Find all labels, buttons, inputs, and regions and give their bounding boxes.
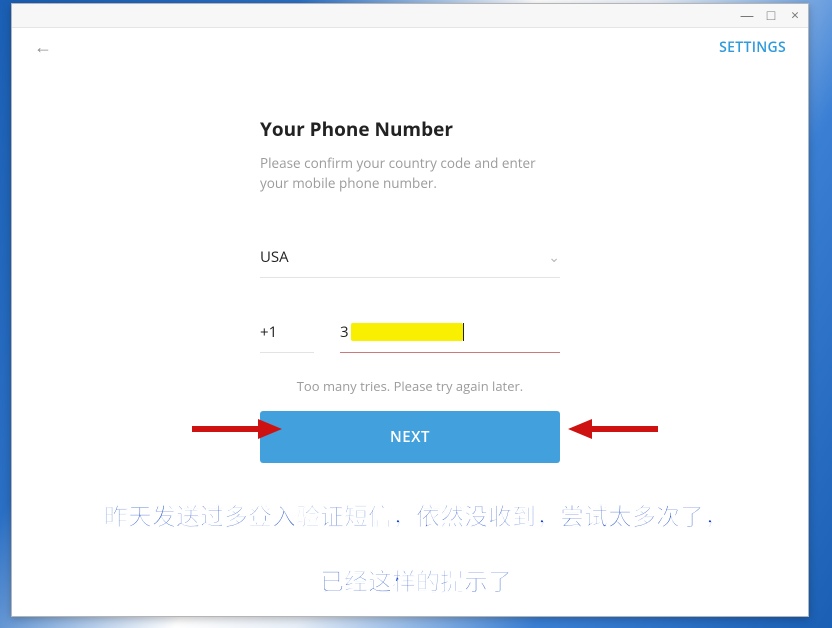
toolbar: ← SETTINGS bbox=[12, 28, 808, 66]
maximize-button[interactable]: □ bbox=[764, 9, 778, 23]
chevron-down-icon: ⌄ bbox=[548, 248, 560, 267]
country-value: USA bbox=[260, 247, 289, 267]
phone-number-input[interactable]: 3 bbox=[340, 318, 560, 353]
back-icon[interactable]: ← bbox=[34, 35, 52, 59]
content-area: Your Phone Number Please confirm your co… bbox=[12, 66, 808, 616]
error-message: Too many tries. Please try again later. bbox=[260, 377, 560, 395]
minimize-button[interactable]: — bbox=[740, 9, 754, 23]
settings-link[interactable]: SETTINGS bbox=[719, 38, 786, 57]
phone-redaction-highlight bbox=[351, 323, 463, 341]
close-button[interactable]: × bbox=[788, 9, 802, 23]
phone-digit: 3 bbox=[340, 322, 351, 342]
login-form: Your Phone Number Please confirm your co… bbox=[260, 116, 560, 463]
page-title: Your Phone Number bbox=[260, 116, 560, 142]
next-button[interactable]: NEXT bbox=[260, 411, 560, 463]
page-subtitle: Please confirm your country code and ent… bbox=[260, 154, 560, 193]
phone-row: +1 3 bbox=[260, 318, 560, 353]
annotation-arrow-right-icon bbox=[568, 416, 658, 442]
titlebar: — □ × bbox=[12, 4, 808, 28]
app-window: — □ × ← SETTINGS Your Phone Number Pleas… bbox=[11, 3, 809, 617]
text-caret bbox=[463, 323, 464, 341]
annotation-arrow-left-icon bbox=[192, 416, 282, 442]
country-code-input[interactable]: +1 bbox=[260, 318, 314, 353]
country-select[interactable]: USA ⌄ bbox=[260, 241, 560, 278]
